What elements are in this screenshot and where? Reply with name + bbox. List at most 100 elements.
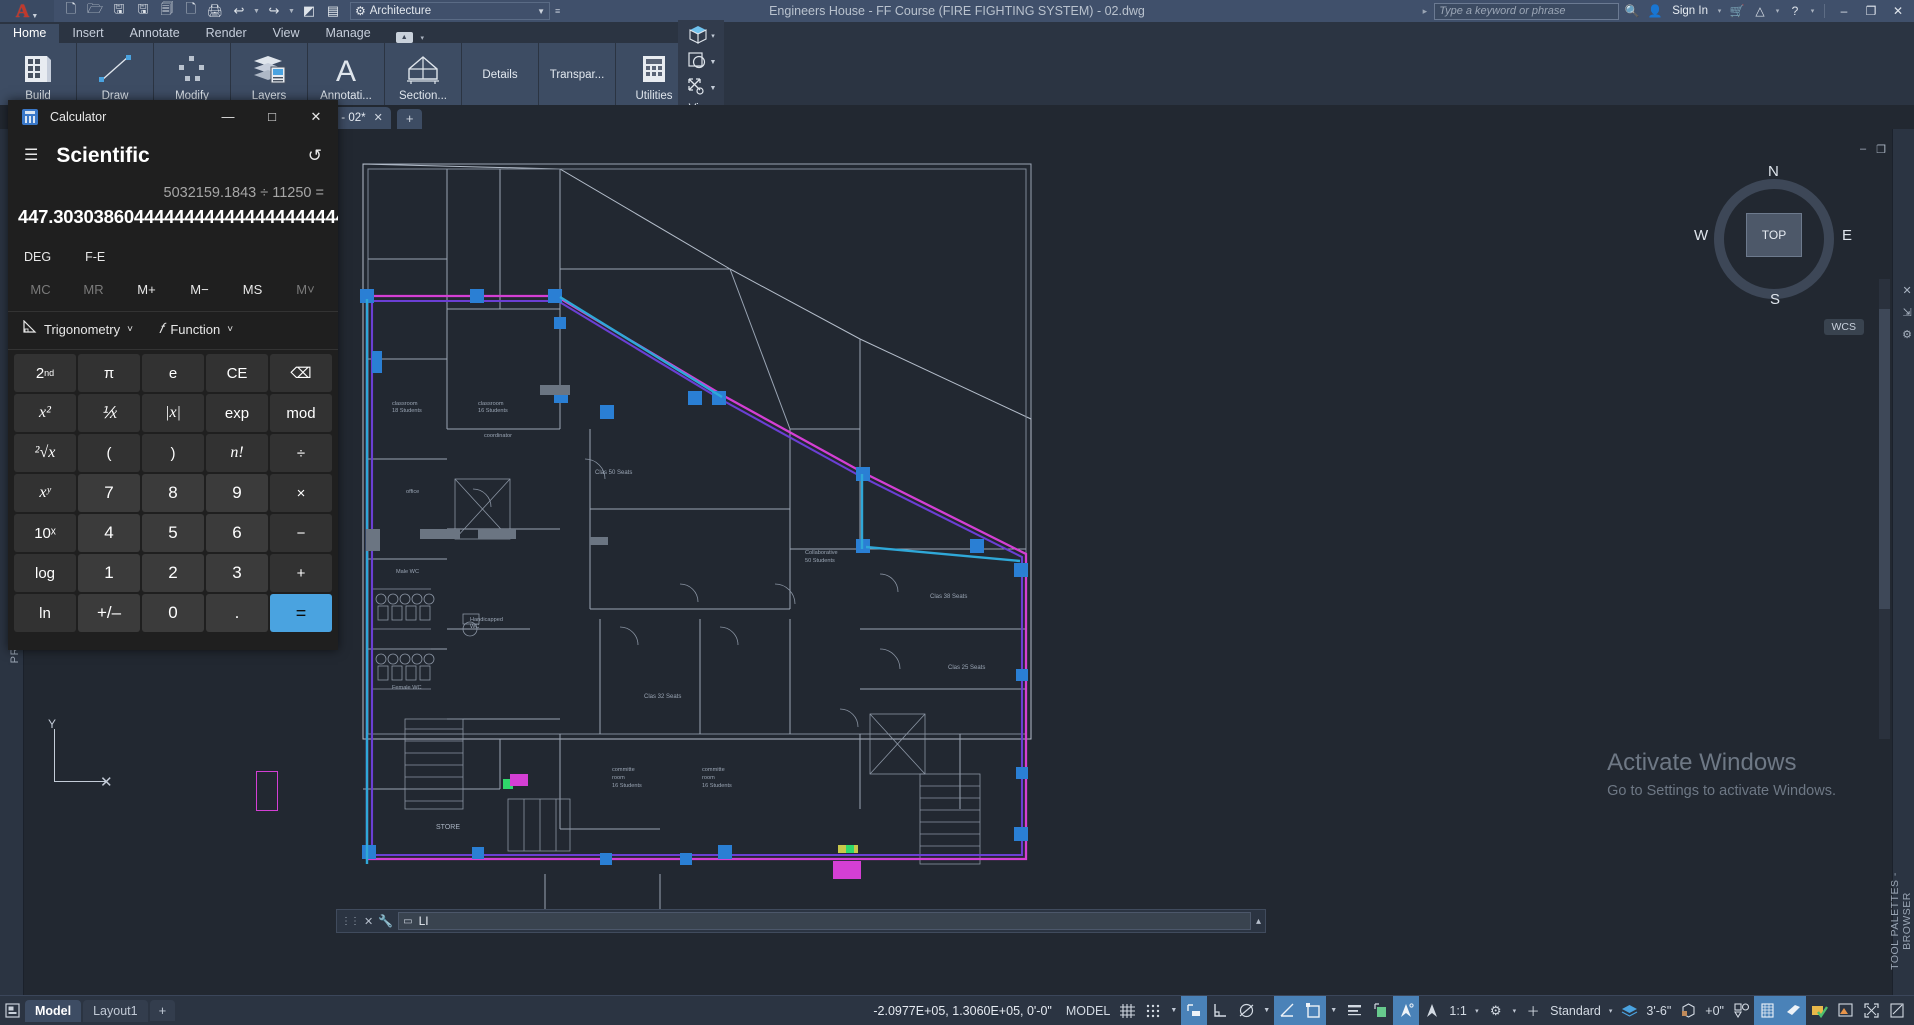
annotation-settings-gear-icon[interactable]: ⚙ [1483, 996, 1509, 1025]
panel-draw[interactable]: Draw [77, 43, 153, 105]
power-key[interactable]: xʸ [14, 474, 76, 512]
window-minimize-button[interactable]: – [1832, 1, 1856, 22]
clip-icon[interactable] [686, 50, 708, 75]
calculator-window[interactable]: Calculator — □ ✕ ☰ Scientific ↺ 5032159.… [8, 100, 338, 650]
calculator-minimize-button[interactable]: — [206, 100, 250, 133]
e-key[interactable]: e [142, 354, 204, 392]
grid-display-toggle[interactable] [1114, 996, 1140, 1025]
square-key[interactable]: x² [14, 394, 76, 432]
fe-notation-toggle[interactable]: F-E [85, 250, 105, 264]
tab-view[interactable]: View [260, 24, 313, 43]
hamburger-menu-icon[interactable]: ☰ [24, 148, 38, 164]
properties-icon[interactable]: ▤ [322, 1, 344, 21]
clean-screen-icon[interactable] [1806, 996, 1832, 1025]
one-key[interactable]: 1 [78, 554, 140, 592]
eight-key[interactable]: 8 [142, 474, 204, 512]
undo-dropdown-icon[interactable]: ▼ [252, 8, 261, 15]
six-key[interactable]: 6 [206, 514, 268, 552]
workspace-switcher[interactable]: ⚙ Architecture ▼ [350, 2, 550, 20]
search-icon[interactable]: 🔍 [1622, 4, 1642, 18]
osnap-chevron-down-icon[interactable]: ▼ [1326, 1007, 1341, 1014]
save-icon[interactable]: 🖫 [108, 1, 130, 21]
tab-manage[interactable]: Manage [313, 24, 384, 43]
exponent-key[interactable]: exp [206, 394, 268, 432]
panel-section[interactable]: Section... [385, 43, 461, 105]
sign-in-chevron-down-icon[interactable]: ▾ [1715, 7, 1724, 15]
graphics-performance-icon[interactable] [1780, 995, 1806, 1025]
command-input[interactable]: ▭ LI [398, 912, 1251, 930]
chevron-down-icon[interactable]: ˅ [227, 324, 233, 335]
cut-plane-value[interactable]: +0" [1701, 996, 1728, 1025]
subtract-key[interactable]: − [270, 514, 332, 552]
new-file-icon[interactable]: 🗋 [60, 1, 82, 21]
modulo-key[interactable]: mod [270, 394, 332, 432]
infer-constraints-toggle[interactable] [1181, 995, 1208, 1025]
chevron-down-icon[interactable]: ▼ [710, 85, 717, 92]
shapes-icon[interactable] [1728, 996, 1754, 1025]
open-paren-key[interactable]: ( [78, 434, 140, 472]
layout1-tab[interactable]: Layout1 [83, 999, 148, 1022]
equals-key[interactable]: = [270, 594, 332, 632]
annotation-style-value[interactable]: Standard [1546, 996, 1605, 1025]
elevation-value[interactable]: 3'-6" [1642, 996, 1675, 1025]
batch-plot-icon[interactable]: ◩ [298, 1, 320, 21]
sign-in-button[interactable]: Sign In [1672, 5, 1708, 17]
angle-unit-toggle[interactable]: DEG [24, 250, 51, 264]
isometric-drafting-toggle[interactable] [1274, 995, 1301, 1025]
add-annotation-scale-icon[interactable]: ＋ [1520, 996, 1546, 1025]
tab-annotate[interactable]: Annotate [117, 24, 193, 43]
clip-row[interactable]: ▼ [686, 49, 716, 75]
clear-entry-key[interactable]: CE [206, 354, 268, 392]
log-key[interactable]: log [14, 554, 76, 592]
named-views-row[interactable]: ▼ [686, 75, 717, 101]
cut-plane-icon[interactable] [1675, 996, 1701, 1025]
close-icon[interactable]: ✕ [374, 111, 383, 124]
visual-styles-row[interactable]: ▾ [687, 23, 715, 49]
tab-home[interactable]: Home [0, 24, 60, 43]
zero-key[interactable]: 0 [142, 594, 204, 632]
panel-modify[interactable]: Modify [154, 43, 230, 105]
scale-chevron-down-icon[interactable]: ▾ [1471, 1007, 1483, 1015]
undo-icon[interactable]: ↩ [228, 1, 250, 21]
lineweight-toggle[interactable] [1341, 996, 1367, 1025]
seven-key[interactable]: 7 [78, 474, 140, 512]
panel-annotation[interactable]: A Annotati... [308, 43, 384, 105]
annotation-scale-value[interactable]: 1:1 [1445, 996, 1471, 1025]
help-icon[interactable]: ? [1785, 4, 1805, 18]
function-dropdown[interactable]: 𝑓 Function ˅ [159, 322, 233, 338]
qat-customize-icon[interactable]: ≡ [555, 6, 560, 16]
memory-store-button[interactable]: MS [226, 276, 279, 303]
panel-transparency[interactable]: Transpar... [539, 43, 615, 105]
reciprocal-key[interactable]: ⅟x [78, 394, 140, 432]
factorial-key[interactable]: n! [206, 434, 268, 472]
cursor-coordinates[interactable]: -2.0977E+05, 1.3060E+05, 0'-0" [873, 1004, 1062, 1018]
panel-layers[interactable]: Layers [231, 43, 307, 105]
tab-insert[interactable]: Insert [59, 24, 116, 43]
nine-key[interactable]: 9 [206, 474, 268, 512]
four-key[interactable]: 4 [78, 514, 140, 552]
absolute-value-key[interactable]: |x| [142, 394, 204, 432]
square-root-key[interactable]: ²√x [14, 434, 76, 472]
level-icon[interactable] [1616, 996, 1642, 1025]
autodesk-app-icon[interactable]: △ [1750, 4, 1770, 18]
model-tab[interactable]: Model [25, 999, 82, 1022]
calculator-close-button[interactable]: ✕ [294, 100, 338, 133]
second-key[interactable]: 2nd [14, 354, 76, 392]
memory-add-button[interactable]: M+ [120, 276, 173, 303]
drag-handle-icon[interactable]: ⋮⋮ [341, 916, 360, 927]
redo-icon[interactable]: ↪ [263, 1, 285, 21]
wrench-icon[interactable]: 🔧 [378, 914, 393, 928]
autodesk-chevron-down-icon[interactable]: ▾ [1773, 7, 1782, 15]
memory-clear-button[interactable]: MC [14, 276, 67, 303]
warning-icon[interactable] [1832, 996, 1858, 1025]
add-layout-button[interactable]: + [149, 1000, 176, 1021]
pi-key[interactable]: π [78, 354, 140, 392]
space-toggle[interactable]: MODEL [1062, 996, 1114, 1025]
chevron-down-icon[interactable]: ▼ [537, 7, 545, 16]
memory-subtract-button[interactable]: M− [173, 276, 226, 303]
model-space-icon[interactable] [0, 1003, 25, 1018]
close-icon[interactable]: ✕ [364, 915, 373, 928]
plot-print-icon[interactable]: 🖨 [204, 1, 226, 21]
add-key[interactable]: + [270, 554, 332, 592]
expand-arrow-icon[interactable]: ▸ [1423, 6, 1428, 17]
